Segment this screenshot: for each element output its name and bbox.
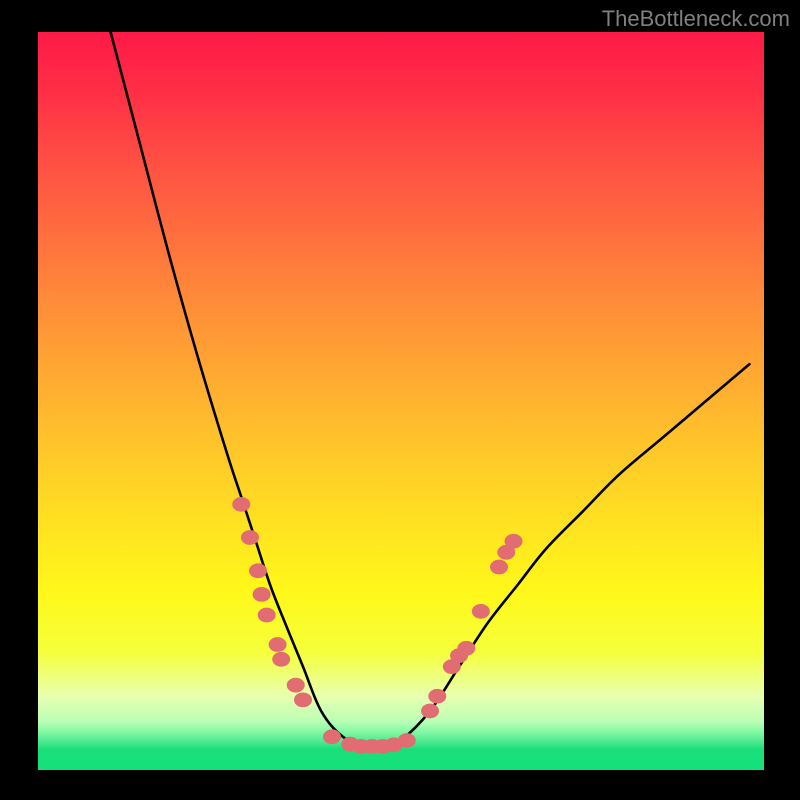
sample-point [258,608,276,623]
sample-point [421,704,439,719]
plot-area [38,32,764,770]
sample-point [272,652,290,667]
sample-point [428,689,446,704]
sample-point [294,693,312,708]
sample-point [490,560,508,575]
sample-point [457,641,475,656]
sample-point [323,729,341,744]
sample-point [232,497,250,512]
sample-point [253,587,271,602]
watermark-label: TheBottleneck.com [602,6,790,32]
sample-point [505,534,523,549]
sample-point [472,604,490,619]
sample-point [287,678,305,693]
points-layer [38,32,764,770]
chart-container: TheBottleneck.com [0,0,800,800]
sample-point [398,733,416,748]
sample-point [269,637,287,652]
sample-point [249,563,267,578]
sample-point [241,530,259,545]
